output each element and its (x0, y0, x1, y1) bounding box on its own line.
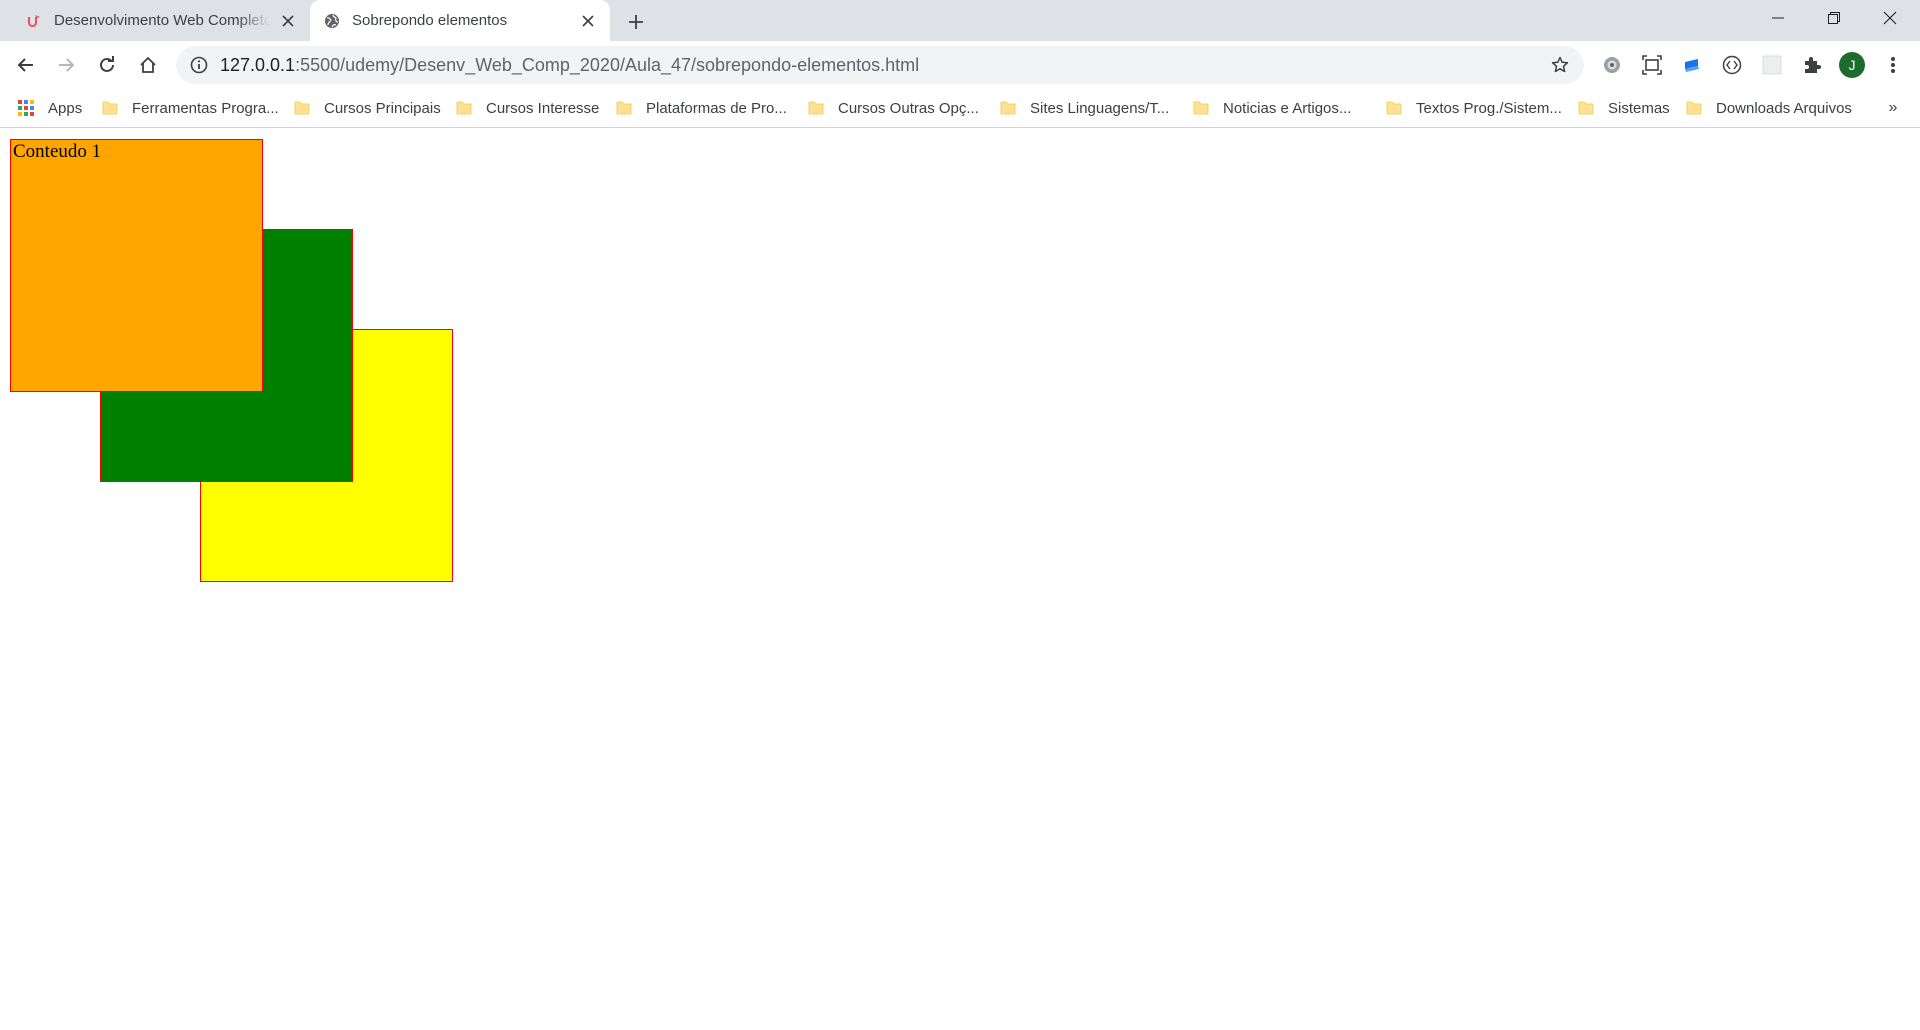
arrow-left-icon (17, 58, 33, 72)
folder-icon (294, 101, 310, 115)
restore-icon (1828, 12, 1840, 24)
folder-icon (102, 101, 118, 115)
folder-icon (456, 101, 472, 115)
bookmark-folder[interactable]: Plataformas de Pro... (616, 96, 787, 120)
reload-icon (100, 56, 114, 72)
gear-extension-icon (1604, 57, 1620, 73)
tab-close-button[interactable] (276, 9, 300, 33)
kebab-menu-icon (1891, 57, 1895, 73)
box-text: Conteudo 1 (13, 141, 102, 162)
bookmark-label: Apps (48, 99, 83, 117)
browser-toolbar: 127.0.0.1:5500/udemy/Desenv_Web_Comp_202… (0, 41, 1920, 88)
apps-grid-icon (18, 100, 34, 116)
folder-icon (808, 101, 824, 115)
folder-icon (1686, 101, 1702, 115)
close-icon (1883, 11, 1897, 25)
tab-title: Sobrepondo elementos (352, 12, 508, 29)
home-button[interactable] (132, 49, 164, 81)
bookmark-folder[interactable]: Cursos Interesse (456, 96, 599, 120)
puzzle-icon (1805, 57, 1821, 73)
code-extension-button[interactable] (1716, 49, 1748, 81)
restore-button[interactable] (1806, 0, 1862, 36)
tab-sobrepondo-elementos[interactable]: Sobrepondo elementos (310, 0, 610, 41)
chevron-double-right-icon: » (1888, 99, 1898, 116)
bookmark-folder[interactable]: Noticias e Artigos... (1193, 96, 1351, 120)
bookmark-star-button[interactable] (1548, 53, 1572, 77)
bookmark-label: Cursos Interesse (486, 99, 600, 117)
arrow-right-icon (59, 58, 75, 72)
bookmark-label: Cursos Principais (324, 99, 441, 117)
udemy-logo-icon (28, 14, 40, 27)
bookmark-label: Plataformas de Pro... (646, 99, 787, 117)
reload-button[interactable] (91, 49, 123, 81)
star-icon (1551, 56, 1569, 73)
new-tab-button[interactable] (622, 8, 650, 36)
blank-extension-icon (1762, 55, 1782, 75)
minimize-icon (1772, 17, 1784, 19)
url-host: 127.0.0.1 (220, 54, 296, 75)
bookmark-label: Downloads Arquivos (1716, 99, 1852, 117)
url-text[interactable]: 127.0.0.1:5500/udemy/Desenv_Web_Comp_202… (220, 55, 1548, 76)
bookmark-apps[interactable]: Apps (18, 96, 82, 120)
folder-icon (1578, 101, 1594, 115)
blank-extension-button[interactable] (1756, 49, 1788, 81)
screenshot-extension-icon (1642, 55, 1662, 75)
extensions-button[interactable] (1796, 49, 1828, 81)
close-icon (582, 14, 594, 27)
bookmark-folder[interactable]: Cursos Outras Opç... (808, 96, 979, 120)
bookmarks-overflow-button[interactable]: » (1880, 96, 1906, 120)
address-bar[interactable]: 127.0.0.1:5500/udemy/Desenv_Web_Comp_202… (176, 46, 1584, 84)
plus-icon (629, 15, 643, 29)
bookmark-folder[interactable]: Textos Prog./Sistem... (1386, 96, 1562, 120)
bookmark-folder[interactable]: Downloads Arquivos (1686, 96, 1852, 120)
avatar[interactable]: J (1839, 52, 1865, 78)
bookmark-folder[interactable]: Cursos Principais (294, 96, 441, 120)
bookmark-label: Sistemas (1608, 99, 1670, 117)
home-icon (140, 56, 156, 73)
tab-desenvolvimento-web[interactable]: Desenvolvimento Web Completo (12, 0, 310, 41)
forward-button[interactable] (50, 49, 82, 81)
code-extension-icon (1722, 55, 1742, 75)
book-extension-icon (1685, 59, 1699, 72)
avatar-letter: J (1848, 57, 1856, 73)
folder-icon (1386, 101, 1402, 115)
bookmark-folder[interactable]: Sistemas (1578, 96, 1670, 120)
gear-extension-button[interactable] (1596, 49, 1628, 81)
screenshot-extension-button[interactable] (1636, 49, 1668, 81)
folder-icon (1000, 101, 1016, 115)
bookmarks-bar: Apps Ferramentas Progra... Cursos Princi… (0, 88, 1920, 128)
bookmark-folder[interactable]: Sites Linguagens/T... (1000, 96, 1169, 120)
tab-close-button[interactable] (576, 9, 600, 33)
back-button[interactable] (10, 49, 42, 81)
box-orange: Conteudo 1 (10, 139, 263, 392)
folder-icon (616, 101, 632, 115)
book-extension-button[interactable] (1676, 49, 1708, 81)
bookmark-folder[interactable]: Ferramentas Progra... (102, 96, 279, 120)
tab-title: Desenvolvimento Web Completo (54, 12, 270, 29)
bookmark-label: Sites Linguagens/T... (1030, 99, 1170, 117)
tab-strip: Desenvolvimento Web Completo Sobrepondo … (0, 0, 1920, 41)
bookmark-label: Noticias e Artigos... (1223, 99, 1352, 117)
bookmark-label: Ferramentas Progra... (132, 99, 279, 117)
menu-button[interactable] (1877, 49, 1909, 81)
globe-icon (325, 13, 339, 28)
bookmark-label: Cursos Outras Opç... (838, 99, 979, 117)
close-window-button[interactable] (1862, 0, 1918, 36)
minimize-button[interactable] (1750, 0, 1806, 36)
close-icon (282, 14, 294, 27)
url-path: :5500/udemy/Desenv_Web_Comp_2020/Aula_47… (295, 54, 920, 75)
page-viewport: Conteudo 1 (0, 128, 1920, 1030)
info-icon[interactable] (190, 56, 208, 74)
bookmark-label: Textos Prog./Sistem... (1416, 99, 1562, 117)
folder-icon (1193, 101, 1209, 115)
